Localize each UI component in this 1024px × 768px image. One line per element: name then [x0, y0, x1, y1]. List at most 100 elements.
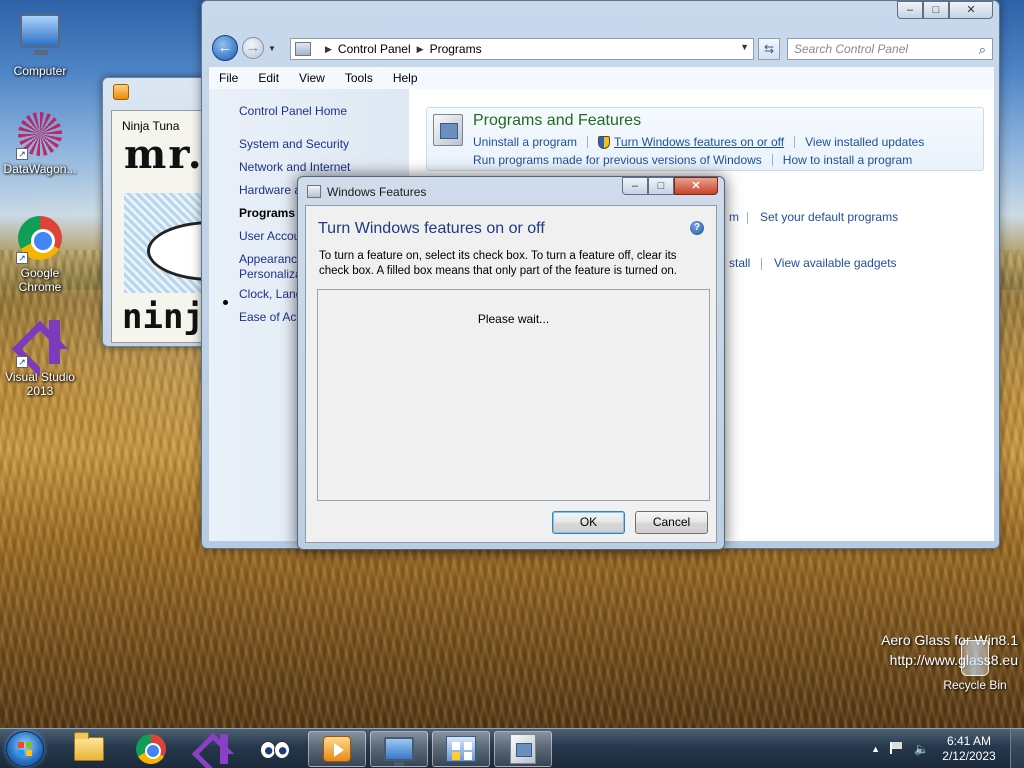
sidebar-item-appearance[interactable]: Appearanc	[239, 252, 297, 266]
desktop-icon-computer[interactable]: Computer	[1, 8, 79, 78]
taskbar-button-explorer[interactable]	[60, 731, 118, 767]
programs-links-row: Run programs made for previous versions …	[473, 153, 912, 167]
desktop-icon-label: Google Chrome	[18, 266, 62, 294]
forward-button[interactable]: →	[242, 37, 264, 59]
sidebar-item-hardware[interactable]: Hardware a	[239, 183, 301, 197]
search-input[interactable]: Search Control Panel ⌕	[787, 38, 993, 60]
search-icon[interactable]: ⌕	[979, 40, 986, 60]
loading-status: Please wait...	[477, 312, 550, 326]
taskbar-clock[interactable]: 6:41 AM 2/12/2023	[934, 734, 1004, 764]
breadcrumb-separator-icon[interactable]: ▶	[417, 44, 424, 55]
recent-pages-chevron-icon[interactable]: ▼	[268, 44, 276, 53]
maximize-button[interactable]: □	[923, 1, 949, 19]
sidebar-item-programs: Programs	[239, 206, 296, 220]
media-player-icon	[113, 84, 129, 100]
desktop-icon-visual-studio[interactable]: ↗ Visual Studio 2013	[1, 318, 79, 398]
link-separator	[794, 136, 796, 148]
active-bullet-icon	[223, 300, 228, 305]
windows-features-icon	[510, 734, 536, 764]
view-available-gadgets-link[interactable]: View available gadgets	[774, 256, 897, 270]
install-gadgets-link-partial[interactable]: stall	[729, 256, 750, 270]
address-dropdown-icon[interactable]: ▼	[740, 42, 749, 52]
sidebar-item-personalization[interactable]: Personaliza	[239, 267, 302, 281]
dialog-body: Turn Windows features on or off ? To tur…	[305, 205, 717, 543]
system-tray: ▲ 🔈 6:41 AM 2/12/2023	[866, 729, 1024, 768]
shortcut-arrow-icon: ↗	[16, 356, 28, 368]
set-default-programs-link[interactable]: Set your default programs	[760, 210, 898, 224]
visual-studio-icon	[198, 734, 228, 764]
desktop-icon-label: Recycle Bin	[943, 678, 1007, 692]
desktop-icon-label: Computer	[13, 64, 67, 78]
show-hidden-icons-icon[interactable]: ▲	[871, 744, 880, 754]
sidebar-item-control-panel-home[interactable]: Control Panel Home	[239, 104, 347, 118]
sidebar-item-clock-language[interactable]: Clock, Lang	[239, 287, 302, 301]
menu-bar: File Edit View Tools Help	[209, 67, 994, 89]
taskbar-button-remote-desktop[interactable]	[370, 731, 428, 767]
link-separator	[761, 258, 762, 270]
menu-tools[interactable]: Tools	[335, 71, 383, 85]
programs-links-row: Uninstall a program Turn Windows feature…	[473, 135, 924, 149]
run-older-programs-link[interactable]: Run programs made for previous versions …	[473, 153, 762, 167]
chrome-icon: ↗	[16, 216, 64, 264]
dialog-description: To turn a feature on, select its check b…	[319, 250, 677, 277]
features-tree-list[interactable]: Please wait...	[317, 289, 710, 501]
window-caption-buttons: – □ ✕	[897, 1, 993, 19]
back-button[interactable]: ←	[212, 35, 238, 61]
volume-icon[interactable]: 🔈	[914, 742, 929, 756]
default-programs-link-partial[interactable]: m	[729, 210, 739, 224]
control-panel-icon	[446, 736, 476, 762]
taskbar-button-chrome[interactable]	[122, 731, 180, 767]
windows-features-dialog[interactable]: Windows Features – □ ✕ Turn Windows feat…	[297, 176, 725, 550]
dialog-title: Windows Features	[327, 185, 427, 199]
maximize-button[interactable]: □	[648, 177, 674, 195]
datawagon-icon: ↗	[16, 112, 64, 160]
eyes-icon	[258, 739, 292, 759]
breadcrumb-control-panel[interactable]: Control Panel	[338, 42, 411, 56]
clock-time: 6:41 AM	[946, 734, 992, 748]
sidebar-item-network-and-internet[interactable]: Network and Internet	[239, 160, 350, 174]
cancel-button[interactable]: Cancel	[635, 511, 708, 534]
shortcut-arrow-icon: ↗	[16, 252, 28, 264]
close-button[interactable]: ✕	[949, 1, 993, 19]
sidebar-item-ease-of-access[interactable]: Ease of Acc	[239, 310, 302, 324]
breadcrumb-programs[interactable]: Programs	[430, 42, 482, 56]
show-desktop-button[interactable]	[1010, 729, 1024, 768]
how-to-install-link[interactable]: How to install a program	[783, 153, 912, 167]
help-icon[interactable]: ?	[690, 221, 704, 235]
sidebar-item-system-and-security[interactable]: System and Security	[239, 137, 349, 151]
control-panel-icon	[295, 42, 311, 56]
ok-button[interactable]: OK	[552, 511, 625, 534]
minimize-button[interactable]: –	[622, 177, 648, 195]
programs-and-features-title[interactable]: Programs and Features	[473, 112, 641, 130]
uac-shield-icon	[598, 135, 611, 149]
start-button[interactable]	[6, 731, 44, 767]
recycle-bin-icon	[961, 640, 989, 676]
menu-help[interactable]: Help	[383, 71, 428, 85]
windows-features-icon	[307, 185, 321, 198]
dialog-caption-buttons: – □ ✕	[622, 177, 718, 195]
view-installed-updates-link[interactable]: View installed updates	[805, 135, 924, 149]
taskbar-button-visual-studio[interactable]	[184, 731, 242, 767]
close-button[interactable]: ✕	[674, 177, 718, 195]
menu-view[interactable]: View	[289, 71, 335, 85]
action-center-flag-icon[interactable]	[890, 741, 904, 757]
taskbar-button-windows-features[interactable]	[494, 731, 552, 767]
uninstall-program-link[interactable]: Uninstall a program	[473, 135, 577, 149]
minimize-button[interactable]: –	[897, 1, 923, 19]
programs-and-features-section: Programs and Features Uninstall a progra…	[426, 107, 984, 171]
desktop-icon-google-chrome[interactable]: ↗ Google Chrome	[1, 214, 79, 294]
menu-edit[interactable]: Edit	[248, 71, 289, 85]
turn-windows-features-link[interactable]: Turn Windows features on or off	[614, 135, 784, 149]
navigation-buttons: ← → ▼	[212, 35, 276, 61]
refresh-button[interactable]: ⇆	[758, 38, 780, 60]
search-placeholder: Search Control Panel	[794, 42, 909, 56]
sidebar-item-user-accounts[interactable]: User Accou	[239, 229, 300, 243]
taskbar-button-media-player[interactable]	[308, 731, 366, 767]
breadcrumb-separator-icon[interactable]: ▶	[325, 44, 332, 55]
taskbar-button-control-panel[interactable]	[432, 731, 490, 767]
desktop-icon-recycle-bin[interactable]: Recycle Bin	[936, 640, 1014, 692]
address-bar[interactable]: ▶ Control Panel ▶ Programs ▼	[290, 38, 754, 60]
menu-file[interactable]: File	[209, 71, 248, 85]
desktop-icon-datawagon[interactable]: ↗ DataWagon...	[1, 110, 79, 176]
taskbar-button-eyes[interactable]	[246, 731, 304, 767]
